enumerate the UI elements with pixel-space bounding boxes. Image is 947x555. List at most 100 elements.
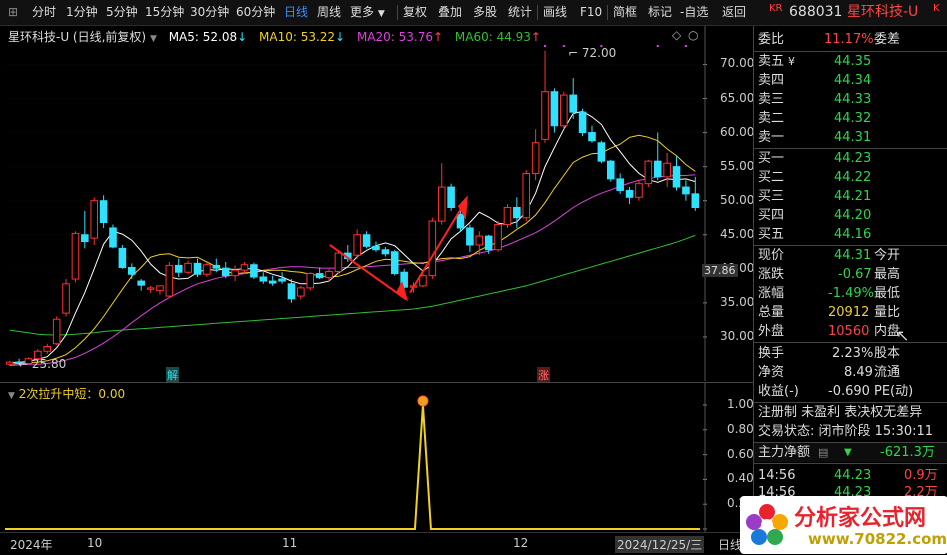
bid-row[interactable]: 买四 44.20 [754, 206, 947, 225]
limit-up-badge[interactable]: 涨 [537, 367, 550, 383]
candle-body [390, 251, 399, 275]
multi-stock-button[interactable]: 多股 [473, 0, 497, 25]
candle-body [475, 235, 484, 246]
stock-header: KR 688031 星环科技-U K [755, 0, 947, 25]
indicator-chart[interactable]: ▼ 2次拉升中短：0.00 1.000.800.600.400.20 [0, 382, 754, 533]
bid-price: 44.21 [834, 189, 872, 204]
candle-body [71, 232, 80, 280]
candle-body [663, 162, 671, 178]
tab-15min[interactable]: 15分钟 [145, 0, 184, 25]
tab-daily[interactable]: 日线 [284, 0, 308, 25]
divider [537, 5, 538, 20]
toolbar: ⊞ 分时 1分钟 5分钟 15分钟 30分钟 60分钟 日线 周线 更多 ▼ 复… [0, 0, 947, 26]
f10-button[interactable]: F10 [580, 0, 602, 25]
candle-body [99, 200, 108, 223]
stat-row: 现价 44.31 今开 [754, 246, 947, 265]
ask-row[interactable]: 卖三 44.33 [754, 90, 947, 109]
stock-tags: 注册制 未盈利 表决权无差异 [758, 405, 923, 420]
price-tick-label: 55.00 [720, 158, 755, 173]
k-icon[interactable]: K [933, 0, 940, 21]
stat-value: 2.23% [832, 346, 874, 361]
stats-button[interactable]: 统计 [508, 0, 532, 25]
list-icon[interactable]: ▤ [818, 443, 828, 462]
candle-body [203, 264, 211, 275]
candle-body [315, 273, 324, 279]
divider [607, 5, 608, 20]
ask-label: 卖三 [758, 92, 785, 107]
triangle-down-icon: ▼ [844, 447, 852, 458]
candle-body [137, 280, 145, 286]
stat-label: 流通 [874, 365, 901, 380]
price-tick-label: 45.00 [720, 226, 755, 241]
candle-body [118, 247, 127, 268]
simple-frame-button[interactable]: 简框 [613, 0, 637, 25]
ma60-line [9, 234, 696, 336]
tab-more[interactable]: 更多 ▼ [350, 0, 385, 25]
bid-row[interactable]: 买三 44.21 [754, 187, 947, 206]
expand-icon[interactable]: ⊞ [8, 0, 18, 25]
stat-label: 股本 [874, 346, 901, 361]
candle-body [128, 266, 136, 275]
bid-label: 买三 [758, 189, 785, 204]
ask-row[interactable]: 卖一 44.31 [754, 128, 947, 147]
mark-button[interactable]: 标记 [648, 0, 672, 25]
overlay-button[interactable]: 叠加 [438, 0, 462, 25]
tab-60min[interactable]: 60分钟 [236, 0, 275, 25]
ask-price: 44.31 [834, 130, 872, 145]
bid-label: 买一 [758, 151, 785, 166]
date-label: 11 [282, 536, 298, 550]
candle-body [193, 262, 202, 275]
bid-row[interactable]: 买二 44.22 [754, 168, 947, 187]
tab-5min[interactable]: 5分钟 [106, 0, 138, 25]
stat-row: 换手 2.23% 股本 [754, 344, 947, 363]
watermark-logo: 分析家公式网 www.70822.com [740, 496, 947, 554]
candle-body [43, 345, 52, 352]
chevron-down-icon: ▼ [377, 9, 385, 19]
arrow-down-icon: ↓ [237, 30, 248, 44]
indicator-svg [5, 383, 707, 533]
stat-label: PE(动) [874, 384, 914, 399]
fuquan-button[interactable]: 复权 [403, 0, 427, 25]
bid-row[interactable]: 买五 44.16 [754, 225, 947, 244]
weicha-label: 委差 [874, 32, 901, 47]
candle-body [484, 235, 493, 251]
stat-label: 总量 [758, 305, 785, 320]
stat-label: 净资 [758, 365, 785, 380]
diamond-icon[interactable]: ◇ [672, 28, 681, 42]
main-flow-row[interactable]: 主力净额 ▤ ▼ -621.3万 [754, 443, 947, 462]
candle-body [606, 160, 615, 180]
stock-code: 688031 [789, 4, 843, 20]
watchlist-button[interactable]: -自选 [680, 0, 708, 25]
candle-body [250, 264, 258, 278]
bid-row[interactable]: 买一 44.23 [754, 149, 947, 168]
candle-body [466, 227, 474, 246]
candle-body [550, 91, 559, 127]
candle-body [240, 264, 249, 271]
circle-icon[interactable]: ○ [688, 28, 698, 42]
unlock-badge[interactable]: 解 [166, 367, 179, 383]
draw-button[interactable]: 画线 [543, 0, 567, 25]
price-axis: 30.0035.0040.0045.0050.0055.0060.0065.00… [705, 26, 755, 381]
kline-chart[interactable]: 星环科技-U (日线,前复权) ▼ MA5: 52.08↓ MA10: 53.2… [0, 26, 755, 383]
candle-body [381, 249, 390, 255]
stat-value: -0.690 [828, 384, 870, 399]
back-button[interactable]: 返回 [722, 0, 746, 25]
ask-row[interactable]: 卖二 44.32 [754, 109, 947, 128]
candle-body [268, 280, 277, 284]
candle-body [588, 132, 596, 142]
ask-row[interactable]: 卖四 44.34 [754, 71, 947, 90]
stat-label: 今开 [874, 248, 901, 263]
tab-1min[interactable]: 1分钟 [66, 0, 98, 25]
arrow-up-icon: ↑ [432, 30, 444, 44]
tab-weekly[interactable]: 周线 [317, 0, 341, 25]
tab-30min[interactable]: 30分钟 [190, 0, 229, 25]
ask-label: 卖四 [758, 73, 785, 88]
ma10-line [9, 134, 696, 365]
stat-value: -1.49% [828, 286, 874, 301]
dropdown-icon[interactable]: ▼ [150, 34, 157, 44]
candle-body [635, 183, 643, 198]
ask-row[interactable]: 卖五 ¥ 44.35 [754, 52, 947, 71]
dropdown-icon[interactable]: ▼ [8, 391, 15, 401]
tab-fenshi[interactable]: 分时 [32, 0, 56, 25]
candle-body [334, 252, 343, 273]
